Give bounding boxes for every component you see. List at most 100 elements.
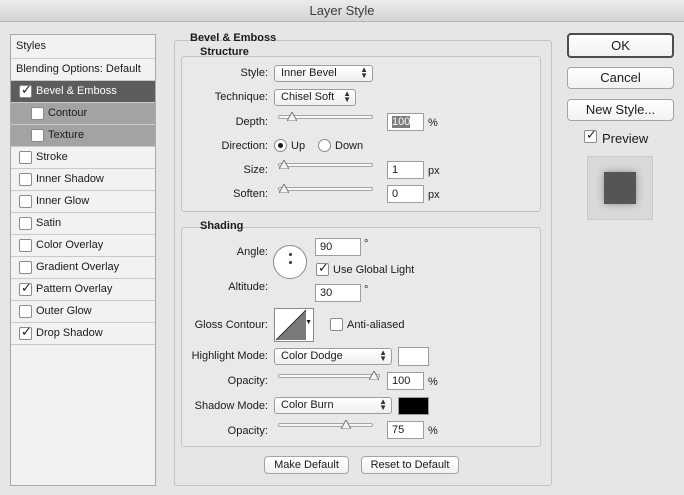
checkbox-satin[interactable] [19,217,32,230]
new-style-button[interactable]: New Style... [567,99,674,121]
shadow-opacity-input[interactable]: 75 [387,421,424,439]
anti-aliased-label: Anti-aliased [347,319,405,331]
direction-down-label: Down [335,140,364,152]
gloss-contour-picker[interactable]: ▼ [274,308,314,342]
altitude-unit: ° [364,284,369,296]
list-item-gradient-overlay[interactable]: Gradient Overlay [11,257,155,279]
highlight-opacity-slider[interactable] [278,371,380,380]
radio-dot [278,143,283,148]
shadow-color-swatch[interactable] [398,397,429,415]
style-select[interactable]: Inner Bevel ▲ ▼ [274,65,373,82]
depth-slider-thumb[interactable] [287,112,298,121]
checkbox-bevel-emboss[interactable]: ✓ [19,82,32,98]
size-slider-thumb[interactable] [279,160,289,169]
shadow-opacity-slider[interactable] [278,420,373,429]
checkmark-icon: ✓ [21,82,32,97]
updown-arrow-icon: ▲ ▼ [343,89,351,104]
altitude-input[interactable]: 30 [315,284,361,302]
technique-label: Technique: [214,91,268,103]
checkbox-inner-shadow[interactable] [19,173,32,186]
technique-select[interactable]: Chisel Soft ▲ ▼ [274,89,356,106]
use-global-light-checkbox[interactable]: ✓ [316,261,329,276]
highlight-color-swatch[interactable] [398,347,429,366]
list-item-label: Inner Glow [36,195,90,207]
highlight-mode-value: Color Dodge [281,350,343,362]
highlight-opacity-input[interactable]: 100 [387,372,424,390]
preview-checkbox[interactable]: ✓ [584,127,597,143]
checkbox-texture[interactable] [31,129,44,142]
depth-input[interactable]: 100 [387,113,424,131]
list-item-bevel-emboss[interactable]: ✓ Bevel & Emboss [11,81,155,103]
checkbox-inner-glow[interactable] [19,195,32,208]
styles-header[interactable]: Styles [11,35,155,59]
list-item-inner-glow[interactable]: Inner Glow [11,191,155,213]
shading-title: Shading [200,220,244,232]
soften-label: Soften: [233,188,268,200]
size-input[interactable]: 1 [387,161,424,179]
shadow-opacity-slider-thumb[interactable] [341,420,352,429]
soften-slider-thumb[interactable] [279,184,289,193]
soften-input[interactable]: 0 [387,185,424,203]
styles-header-label: Styles [16,40,46,52]
highlight-opacity-slider-thumb[interactable] [369,371,379,380]
checkbox-drop-shadow[interactable]: ✓ [19,324,32,340]
list-item-label: Inner Shadow [36,173,104,185]
checkbox-outer-glow[interactable] [19,305,32,318]
list-item-label: Pattern Overlay [36,283,113,295]
depth-slider[interactable] [278,112,373,121]
altitude-label: Altitude: [228,281,268,293]
style-value: Inner Bevel [281,67,337,79]
soften-slider[interactable] [278,184,373,193]
list-item-satin[interactable]: Satin [11,213,155,235]
list-item-pattern-overlay[interactable]: ✓ Pattern Overlay [11,279,155,301]
soften-unit: px [428,189,440,201]
cancel-button[interactable]: Cancel [567,67,674,89]
shadow-opacity-unit: % [428,425,438,437]
make-default-button[interactable]: Make Default [264,456,349,474]
checkbox-pattern-overlay[interactable]: ✓ [19,281,32,296]
shadow-mode-label: Shadow Mode: [194,400,268,412]
list-item-drop-shadow[interactable]: ✓ Drop Shadow [11,323,155,345]
list-item-label: Texture [48,129,85,141]
checkbox-color-overlay[interactable] [19,239,32,252]
checkmark-icon: ✓ [21,324,32,339]
direction-up-label: Up [291,140,306,152]
list-item-texture[interactable]: Texture [11,125,155,147]
checkmark-icon: ✓ [586,127,597,142]
size-label: Size: [243,164,268,176]
list-item-label: Gradient Overlay [36,261,120,273]
depth-label: Depth: [235,116,268,128]
list-item-color-overlay[interactable]: Color Overlay [11,235,155,257]
highlight-mode-select[interactable]: Color Dodge ▲ ▼ [274,348,392,365]
direction-up-radio[interactable] [274,139,287,152]
list-item-contour[interactable]: Contour [11,103,155,125]
size-slider[interactable] [278,160,373,169]
updown-arrow-icon: ▲ ▼ [379,348,387,363]
list-item-inner-shadow[interactable]: Inner Shadow [11,169,155,191]
depth-unit: % [428,117,438,129]
updown-arrow-icon: ▲ ▼ [360,65,368,80]
styles-list: Styles Blending Options: Default ✓ Bevel… [10,34,156,486]
list-item-blending-options[interactable]: Blending Options: Default [11,59,155,81]
list-item-outer-glow[interactable]: Outer Glow [11,301,155,323]
checkbox-contour[interactable] [31,107,44,120]
direction-down-radio[interactable] [318,139,331,152]
angle-center-dot [289,261,292,264]
list-item-label: Blending Options: Default [16,63,141,75]
list-item-stroke[interactable]: Stroke [11,147,155,169]
shadow-mode-value: Color Burn [281,399,334,411]
preview-swatch [604,172,636,204]
checkbox-gradient-overlay[interactable] [19,261,32,274]
ok-button[interactable]: OK [567,33,674,58]
highlight-opacity-label: Opacity: [227,375,268,387]
anti-aliased-checkbox[interactable] [330,318,343,331]
list-item-label: Bevel & Emboss [36,85,117,97]
list-item-label: Drop Shadow [36,327,103,339]
checkbox-stroke[interactable] [19,151,32,164]
reset-to-default-button[interactable]: Reset to Default [361,456,459,474]
angle-dial[interactable] [273,245,307,279]
updown-arrow-icon: ▲ ▼ [379,397,387,412]
shadow-mode-select[interactable]: Color Burn ▲ ▼ [274,397,392,414]
list-item-label: Satin [36,217,62,229]
angle-input[interactable]: 90 [315,238,361,256]
